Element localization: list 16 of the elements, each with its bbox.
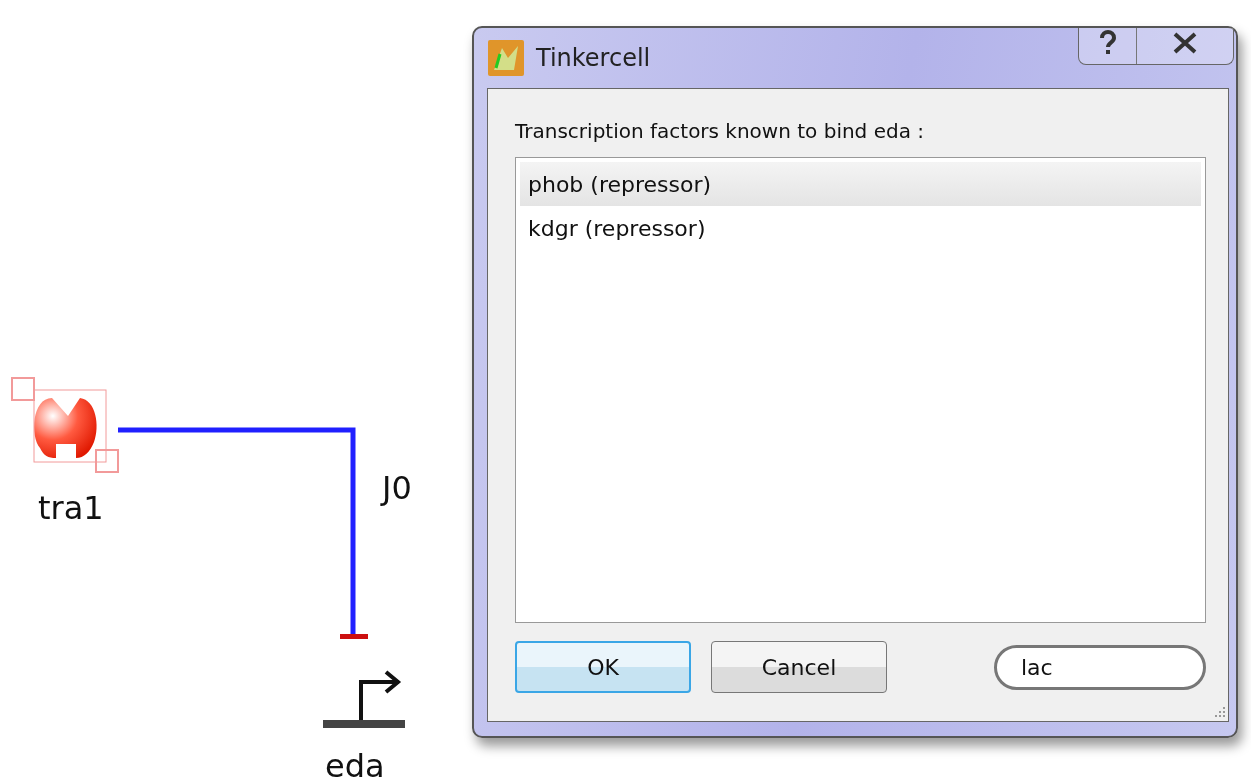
node-label: eda bbox=[325, 750, 385, 782]
app-icon bbox=[488, 40, 524, 76]
resize-grip-icon[interactable] bbox=[1212, 705, 1226, 719]
list-item[interactable]: kdgr (repressor) bbox=[520, 206, 1201, 250]
edge-label: J0 bbox=[382, 472, 412, 504]
help-icon bbox=[1097, 30, 1118, 56]
prompt-label: Transcription factors known to bind eda : bbox=[515, 119, 925, 143]
protein-icon[interactable] bbox=[34, 398, 97, 458]
dialog-button[interactable]: Cancel bbox=[711, 641, 887, 693]
node-label: tra1 bbox=[38, 492, 104, 524]
window-title: Tinkercell bbox=[536, 44, 651, 72]
repression-edge[interactable] bbox=[118, 427, 368, 639]
input-field[interactable]: lac bbox=[994, 644, 1206, 690]
dialog-button[interactable]: OK bbox=[515, 641, 691, 693]
list-item[interactable]: phob (repressor) bbox=[520, 162, 1201, 206]
close-icon bbox=[1172, 32, 1198, 54]
